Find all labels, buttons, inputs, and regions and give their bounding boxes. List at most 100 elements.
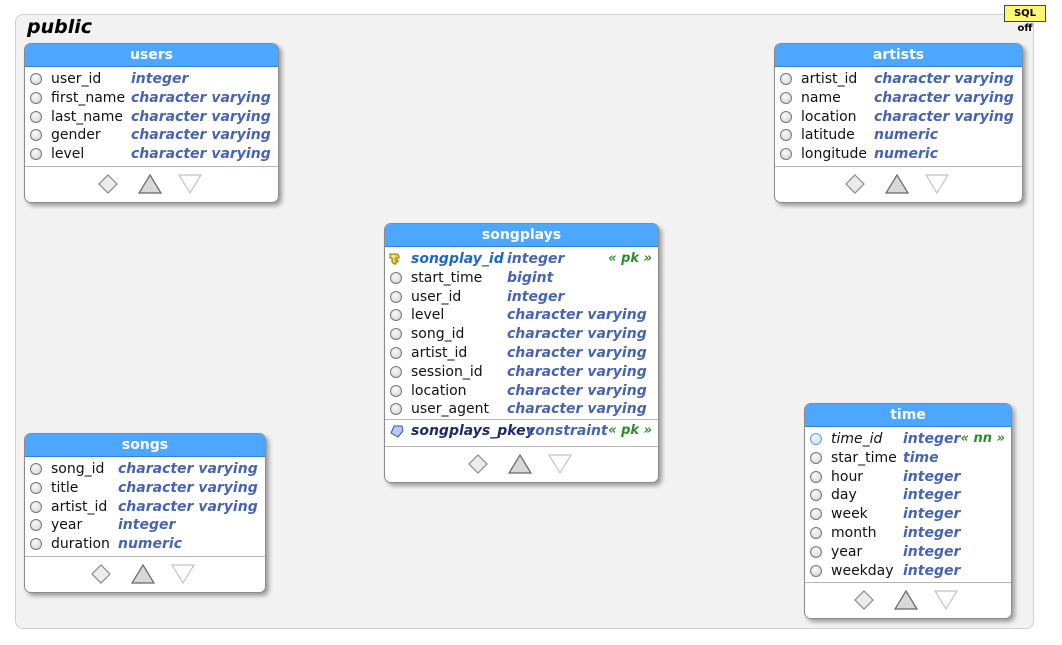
diamond-icon[interactable] xyxy=(97,173,119,195)
column-row[interactable]: title character varying xyxy=(25,479,265,498)
column-circle-icon xyxy=(30,463,42,475)
column-list: time_id integer « nn » star_time time hour int… xyxy=(805,427,1011,580)
column-row[interactable]: year integer xyxy=(805,543,1011,562)
diamond-icon[interactable] xyxy=(467,453,489,475)
triangle-up-icon[interactable] xyxy=(130,563,156,585)
column-type: integer xyxy=(507,251,565,267)
column-list: songplay_id integer « pk » start_time bigint… xyxy=(385,247,658,419)
triangle-up-icon[interactable] xyxy=(137,173,163,195)
column-row[interactable]: user_id integer xyxy=(25,70,278,89)
column-row[interactable]: longitude numeric xyxy=(775,145,1022,164)
column-name: longitude xyxy=(801,146,867,163)
table-artists[interactable]: artists artist_id character varying name ch… xyxy=(774,43,1023,203)
key-icon xyxy=(389,253,400,265)
column-row[interactable]: time_id integer « nn » xyxy=(805,430,1011,449)
column-circle-icon xyxy=(390,384,402,397)
triangle-down-icon[interactable] xyxy=(924,173,950,195)
triangle-up-icon[interactable] xyxy=(884,173,910,195)
column-row[interactable]: gender character varying xyxy=(25,126,278,145)
column-row[interactable]: level character varying xyxy=(385,306,658,325)
column-row[interactable]: year integer xyxy=(25,516,265,535)
constraint-row[interactable]: songplays_pkey constraint « pk » xyxy=(385,419,658,442)
column-type: time xyxy=(903,449,939,466)
table-header[interactable]: time xyxy=(805,404,1011,427)
column-row[interactable]: week integer xyxy=(805,505,1011,524)
triangle-down-icon[interactable] xyxy=(177,173,203,195)
table-header[interactable]: artists xyxy=(775,44,1022,67)
table-users[interactable]: users user_id integer first_name character … xyxy=(24,43,279,203)
column-name: song_id xyxy=(411,326,465,343)
table-footer xyxy=(805,582,1011,618)
column-circle-icon xyxy=(30,148,42,161)
column-row[interactable]: artist_id character varying xyxy=(25,498,265,517)
column-tag: « pk » xyxy=(608,251,652,266)
column-type: integer xyxy=(131,71,189,87)
column-row[interactable]: user_agent character varying xyxy=(385,400,658,419)
column-row[interactable]: artist_id character varying xyxy=(775,70,1022,89)
triangle-down-icon[interactable] xyxy=(547,453,573,475)
column-type: character varying xyxy=(507,326,647,343)
footer-buttons xyxy=(853,589,963,613)
column-name: artist_id xyxy=(801,71,858,87)
table-header[interactable]: songplays xyxy=(385,224,658,247)
column-circle-icon xyxy=(390,290,402,303)
diamond-icon[interactable] xyxy=(90,563,112,585)
column-row[interactable]: duration numeric xyxy=(25,535,265,554)
column-circle-icon xyxy=(810,489,822,502)
column-name: first_name xyxy=(51,89,126,106)
table-songplays[interactable]: songplays songplay_id integer « pk » start_… xyxy=(384,223,659,483)
column-type: numeric xyxy=(874,127,939,144)
footer-buttons xyxy=(467,453,577,477)
table-songs[interactable]: songs song_id character varying title chara… xyxy=(24,433,266,593)
triangle-down-icon[interactable] xyxy=(933,589,959,611)
column-type: bigint xyxy=(507,269,554,286)
column-row[interactable]: latitude numeric xyxy=(775,126,1022,145)
column-type: integer xyxy=(507,288,565,305)
column-name: user_agent xyxy=(411,401,489,418)
column-row[interactable]: start_time bigint xyxy=(385,269,658,288)
triangle-down-icon[interactable] xyxy=(170,563,196,585)
column-circle-icon xyxy=(390,328,402,341)
table-footer xyxy=(385,446,658,482)
table-header[interactable]: songs xyxy=(25,434,265,457)
column-name: user_id xyxy=(51,71,102,87)
column-row[interactable]: location character varying xyxy=(775,108,1022,127)
table-time[interactable]: time time_id integer « nn » star_time time ho… xyxy=(804,403,1012,619)
column-name: weekday xyxy=(831,562,894,579)
column-name: name xyxy=(801,89,841,106)
column-list: artist_id character varying name character … xyxy=(775,67,1022,164)
column-row[interactable]: month integer xyxy=(805,524,1011,543)
column-circle-icon xyxy=(810,508,822,521)
sql-toggle-button[interactable]: SQL off xyxy=(1004,5,1046,34)
triangle-up-icon[interactable] xyxy=(893,589,919,611)
column-row[interactable]: star_time time xyxy=(805,449,1011,468)
table-header[interactable]: users xyxy=(25,44,278,67)
column-circle-icon xyxy=(30,481,42,494)
column-name: start_time xyxy=(411,269,483,286)
column-circle-icon xyxy=(30,91,42,104)
column-type: character varying xyxy=(131,127,271,144)
column-row[interactable]: name character varying xyxy=(775,89,1022,108)
diamond-icon[interactable] xyxy=(853,589,875,611)
column-row[interactable]: hour integer xyxy=(805,468,1011,487)
column-row[interactable]: session_id character varying xyxy=(385,363,658,382)
column-row[interactable]: weekday integer xyxy=(805,562,1011,581)
column-row[interactable]: last_name character varying xyxy=(25,108,278,127)
column-circle-icon xyxy=(30,129,42,142)
column-row[interactable]: song_id character varying xyxy=(25,460,265,479)
column-circle-icon xyxy=(810,451,822,464)
triangle-up-icon[interactable] xyxy=(507,453,533,475)
column-row[interactable]: level character varying xyxy=(25,145,278,164)
column-circle-icon xyxy=(390,271,402,284)
column-row[interactable]: artist_id character varying xyxy=(385,344,658,363)
column-row[interactable]: user_id integer xyxy=(385,288,658,307)
pentagon-icon xyxy=(390,425,404,438)
column-name: gender xyxy=(51,127,101,144)
column-row[interactable]: songplay_id integer « pk » xyxy=(385,250,658,269)
column-row[interactable]: day integer xyxy=(805,486,1011,505)
column-row[interactable]: first_name character varying xyxy=(25,89,278,108)
column-row[interactable]: location character varying xyxy=(385,382,658,401)
column-list: user_id integer first_name character varyin… xyxy=(25,67,278,164)
diamond-icon[interactable] xyxy=(844,173,866,195)
column-row[interactable]: song_id character varying xyxy=(385,325,658,344)
